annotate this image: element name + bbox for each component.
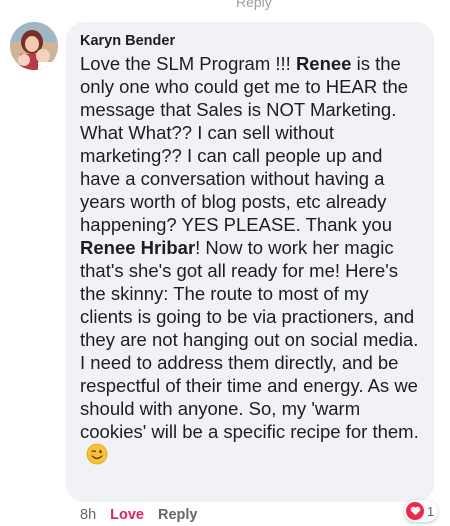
reaction-count: 1 — [427, 503, 435, 519]
comment-bubble: Karyn Bender Love the SLM Program !!! Re… — [66, 22, 434, 502]
comment-timestamp[interactable]: 8h — [80, 506, 96, 524]
winking-face-emoji-icon — [86, 443, 108, 465]
heart-icon — [406, 502, 424, 520]
comment-author[interactable]: Karyn Bender — [80, 32, 422, 50]
love-button[interactable]: Love — [110, 506, 144, 524]
comment-text-segment: ! Now to work her magic that's she's got… — [80, 237, 419, 442]
mention-renee-hribar[interactable]: Renee Hribar — [80, 237, 195, 258]
comment-text-segment: is the only one who could get me to HEAR… — [80, 53, 409, 235]
comment-text-segment: Love the SLM Program !!! — [80, 53, 296, 74]
reaction-summary[interactable]: 1 — [404, 500, 439, 522]
avatar[interactable] — [10, 22, 58, 70]
previous-reply-link[interactable]: Reply — [236, 0, 272, 10]
comment-body: Love the SLM Program !!! Renee is the on… — [80, 52, 422, 466]
reply-button[interactable]: Reply — [158, 506, 198, 524]
avatar-photo — [10, 22, 58, 70]
comment-actions: 8h Love Reply — [80, 506, 197, 524]
mention-renee[interactable]: Renee — [296, 53, 352, 74]
